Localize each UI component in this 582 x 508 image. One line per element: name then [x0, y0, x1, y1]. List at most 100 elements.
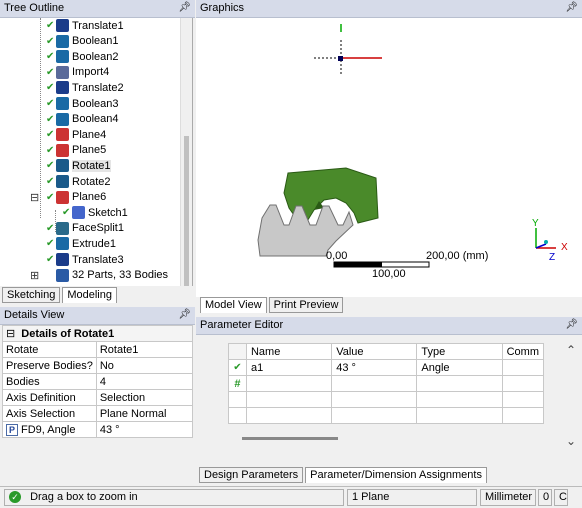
pin-icon[interactable]: 📌︎	[565, 2, 578, 13]
tree-item-label: Rotate2	[72, 175, 111, 188]
details-row[interactable]: Preserve Bodies? No	[2, 357, 194, 374]
pin-icon[interactable]: 📌︎	[178, 309, 191, 320]
tree-item[interactable]: ⊟ ✔ Plane6	[30, 190, 106, 205]
new-row-icon: #	[228, 375, 247, 392]
tree-item[interactable]: ✔ Boolean1	[46, 34, 119, 49]
hscrollbar-thumb[interactable]	[242, 437, 338, 440]
collapse-icon[interactable]: ⊟	[30, 191, 39, 204]
details-header-row[interactable]: ⊟ Details of Rotate1	[2, 325, 193, 342]
details-row-value[interactable]: 43 °	[95, 421, 194, 438]
tree-item[interactable]: ✔ Boolean4	[46, 112, 119, 127]
tree-item[interactable]: ✔ Import4	[46, 65, 109, 80]
tab-modeling[interactable]: Modeling	[62, 287, 117, 303]
tree-item[interactable]: ✔ Translate2	[46, 80, 124, 95]
status-value-1: 0	[538, 489, 552, 506]
col-name-header[interactable]: Name	[245, 343, 333, 360]
tab-print-preview[interactable]: Print Preview	[268, 297, 344, 313]
param-type-cell[interactable]: Angle	[416, 359, 503, 376]
param-comment-cell[interactable]	[501, 375, 545, 392]
pin-icon[interactable]: 📌︎	[565, 319, 578, 330]
status-bar: ✓ Drag a box to zoom in 1 Plane Millimet…	[0, 486, 582, 508]
check-icon: ✔	[46, 82, 55, 94]
tree-item[interactable]: ✔ Extrude1	[46, 236, 116, 251]
tab-parameter-dimension-assignments[interactable]: Parameter/Dimension Assignments	[305, 467, 487, 483]
tree-item[interactable]: ✔ Translate3	[46, 252, 124, 267]
check-icon: ✔	[46, 20, 55, 31]
details-row-value[interactable]: Selection	[95, 389, 194, 406]
pin-icon[interactable]: 📌︎	[178, 2, 191, 13]
tree-item[interactable]: ✔ Plane5	[46, 143, 106, 158]
details-row-label: Preserve Bodies?	[2, 357, 97, 374]
tree-item[interactable]: ✔ Boolean3	[46, 96, 119, 111]
scroll-up-icon[interactable]: ⌃	[566, 343, 576, 357]
tree-item[interactable]: ✔ Translate1	[46, 18, 124, 33]
parameter-row[interactable]: ✔ a1 43 ° Angle	[228, 359, 545, 376]
tab-sketching[interactable]: Sketching	[2, 287, 61, 303]
status-units[interactable]: Millimeter	[480, 489, 536, 506]
expand-icon[interactable]: ⊞	[30, 269, 39, 282]
graphics-canvas[interactable]	[196, 18, 582, 297]
param-type-cell[interactable]	[416, 375, 503, 392]
scale-right-label: 200,00 (mm)	[426, 250, 489, 262]
parameter-editor-title: Parameter Editor 📌︎	[196, 317, 582, 335]
details-row-value[interactable]: 4	[95, 373, 194, 390]
tree-outline[interactable]: ✔ Translate1 ✔ Boolean1 ✔ Boolean2 ✔ Import4 ✔ Tr…	[0, 18, 193, 286]
details-table: ⊟ Details of Rotate1 Rotate Rotate1 Preser…	[2, 325, 194, 438]
scroll-down-icon[interactable]: ⌄	[566, 434, 576, 448]
tree-item-label: Plane5	[72, 144, 107, 157]
details-row-value[interactable]: Rotate1	[95, 341, 194, 358]
tree-item[interactable]: ✔ Sketch1	[62, 205, 128, 220]
check-icon: ✔	[46, 35, 55, 47]
param-value-cell[interactable]: 43 °	[331, 359, 418, 376]
parameter-hscrollbar[interactable]	[228, 433, 544, 443]
tree-item[interactable]: ✔ Rotate1	[46, 158, 111, 173]
details-view-title: Details View 📌︎	[0, 307, 195, 325]
tree-item-label: Boolean4	[72, 113, 119, 126]
parameter-new-row[interactable]: #	[228, 375, 545, 392]
check-icon: ✔	[46, 66, 55, 78]
details-row-label: Axis Definition	[2, 389, 97, 406]
details-row[interactable]: Rotate Rotate1	[2, 341, 194, 358]
parameter-grid: Name Value Type Comm ✔ a1 43 ° Angle #	[228, 343, 545, 424]
tree-item-label: Boolean2	[72, 50, 119, 63]
parameter-badge[interactable]: P	[6, 423, 19, 436]
tree-item-label: Translate2	[72, 81, 124, 94]
boolean-icon	[56, 97, 69, 110]
col-value-header[interactable]: Value	[331, 343, 418, 360]
details-row-value[interactable]: Plane Normal	[95, 405, 194, 422]
tree-connector	[40, 18, 41, 218]
param-value-cell[interactable]	[331, 375, 418, 392]
details-row-value[interactable]: No	[95, 357, 194, 374]
details-row[interactable]: Axis Selection Plane Normal	[2, 405, 194, 422]
tree-item-label: Plane4	[72, 128, 107, 141]
tab-design-parameters[interactable]: Design Parameters	[199, 467, 304, 483]
tree-item[interactable]: ⊞ 32 Parts, 33 Bodies	[30, 268, 169, 283]
tree-item-label: 32 Parts, 33 Bodies	[72, 269, 169, 282]
details-row[interactable]: Axis Definition Selection	[2, 389, 194, 406]
details-row-label-text: FD9, Angle	[21, 423, 76, 436]
graphics-viewport[interactable]: 0,00 200,00 (mm) 100,00 Y X Z	[196, 18, 582, 297]
tree-item[interactable]: ✔ FaceSplit1	[46, 221, 124, 236]
tab-model-view[interactable]: Model View	[200, 297, 267, 313]
param-name-cell[interactable]: a1	[245, 359, 333, 376]
collapse-icon[interactable]: ⊟	[6, 328, 15, 340]
param-name-cell[interactable]	[245, 375, 333, 392]
param-comment-cell[interactable]	[501, 359, 545, 376]
details-row[interactable]: P FD9, Angle 43 °	[2, 421, 194, 438]
col-comment-header[interactable]: Comm	[501, 343, 545, 360]
scale-mid-label: 100,00	[372, 268, 406, 280]
tree-outline-title-text: Tree Outline	[4, 2, 65, 14]
col-type-header[interactable]: Type	[416, 343, 503, 360]
tree-item[interactable]: ✔ Boolean2	[46, 49, 119, 64]
plane-icon	[56, 143, 69, 157]
check-icon: ✔	[62, 207, 71, 219]
tree-item[interactable]: ✔ Rotate2	[46, 174, 111, 189]
parameter-editor-title-text: Parameter Editor	[200, 319, 284, 331]
tree-scrollbar-thumb[interactable]	[184, 136, 189, 286]
tree-item[interactable]: ✔ Plane4	[46, 127, 106, 142]
details-row[interactable]: Bodies 4	[2, 373, 194, 390]
tree-scrollbar[interactable]	[180, 18, 192, 286]
rotate-icon	[56, 175, 69, 188]
tree-item-label: FaceSplit1	[72, 222, 124, 235]
details-row-label-text: Preserve Bodies?	[6, 359, 93, 372]
